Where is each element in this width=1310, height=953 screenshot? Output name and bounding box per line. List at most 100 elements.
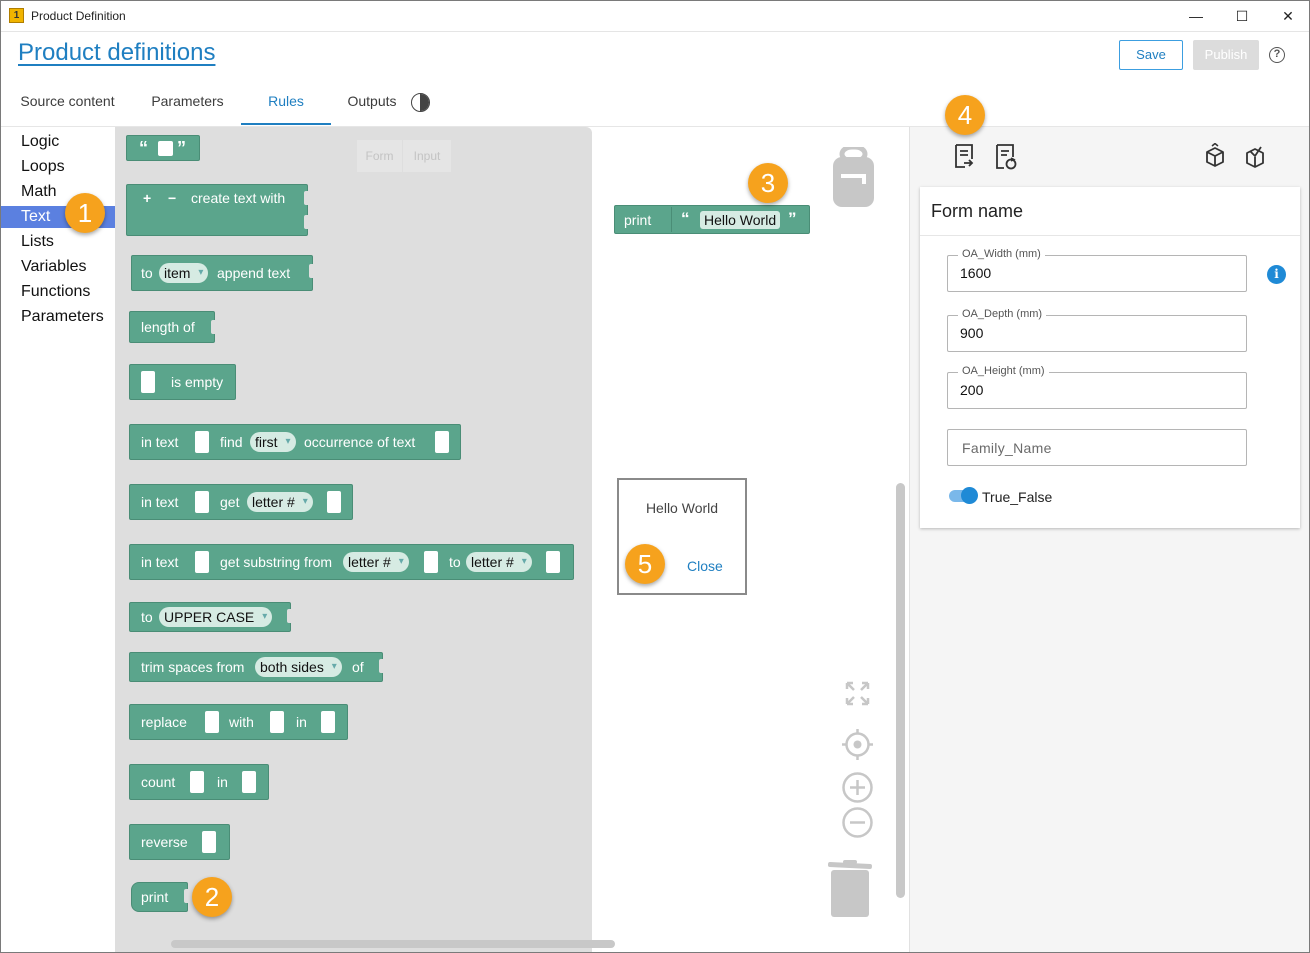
plus-icon[interactable]: + (143, 190, 151, 206)
callout-badge-3: 3 (748, 163, 788, 203)
close-window-button[interactable]: ✕ (1265, 1, 1309, 32)
maximize-button[interactable]: ☐ (1219, 1, 1265, 32)
minus-icon[interactable]: − (168, 190, 176, 206)
get-mode-dropdown[interactable]: letter # (247, 492, 313, 512)
zoom-out-icon[interactable] (841, 806, 874, 839)
fullscreen-icon[interactable] (841, 677, 874, 710)
field-label: OA_Depth (mm) (958, 308, 1047, 320)
oa-depth-field[interactable]: OA_Depth (mm) 900 (947, 308, 1247, 352)
input-slot (321, 711, 335, 733)
block-label: to (449, 554, 461, 570)
text-string-block[interactable]: “ ” (126, 135, 200, 161)
quote-close: ” (788, 209, 797, 228)
page-title[interactable]: Product definitions (18, 39, 215, 67)
category-parameters[interactable]: Parameters (1, 306, 115, 328)
print-block[interactable]: print (131, 882, 192, 912)
minimize-button[interactable]: — (1173, 1, 1219, 32)
app-icon: 1 (9, 8, 24, 23)
block-label: create text with (191, 190, 286, 206)
input-slot (195, 491, 209, 513)
tab-outputs[interactable]: Outputs (331, 83, 413, 125)
to-mode-dropdown[interactable]: letter # (466, 552, 532, 572)
tab-bar: Source content Parameters Rules Outputs (1, 83, 1309, 127)
cube-check-icon[interactable] (1242, 143, 1268, 171)
find-mode-dropdown[interactable]: first (250, 432, 296, 452)
category-loops[interactable]: Loops (1, 156, 115, 178)
variable-dropdown[interactable]: item (159, 263, 209, 283)
family-name-field[interactable]: Family_Name (947, 429, 1247, 466)
input-slot (327, 491, 341, 513)
info-icon[interactable]: i (1267, 265, 1286, 284)
input-slot (141, 371, 155, 393)
search-rule-icon[interactable] (951, 143, 977, 171)
help-icon[interactable]: ? (1269, 47, 1285, 63)
oa-height-field[interactable]: OA_Height (mm) 200 (947, 365, 1247, 409)
input-slot (195, 551, 209, 573)
text-slot (158, 141, 173, 156)
block-label: reverse (141, 834, 188, 850)
form-card: Form name OA_Width (mm) 1600 i OA_Depth … (920, 187, 1300, 528)
get-letter-block[interactable]: in text get letter # (129, 484, 353, 520)
refresh-rule-icon[interactable] (992, 143, 1018, 171)
append-text-block[interactable]: to item append text (131, 255, 317, 291)
tab-rules[interactable]: Rules (241, 83, 331, 125)
input-slot (242, 771, 256, 793)
dialog-message: Hello World (645, 500, 719, 516)
dialog-close-button[interactable]: Close (687, 558, 723, 574)
form-title: Form name (931, 201, 1024, 221)
block-label: get substring from (220, 554, 333, 570)
replace-block[interactable]: replace with in (129, 704, 348, 740)
trim-spaces-block[interactable]: trim spaces from both sides of (129, 652, 387, 682)
is-empty-block[interactable]: is empty (129, 364, 236, 400)
save-button[interactable]: Save (1119, 40, 1183, 70)
find-occurrence-block[interactable]: in text find first occurrence of text (129, 424, 461, 460)
category-functions[interactable]: Functions (1, 281, 115, 303)
create-text-with-block[interactable]: + − create text with (126, 184, 312, 236)
trash-icon[interactable] (828, 860, 872, 918)
field-value[interactable]: 200 (960, 382, 983, 398)
block-label: get (220, 494, 240, 510)
field-label: OA_Width (mm) (958, 248, 1045, 260)
length-of-block[interactable]: length of (129, 311, 219, 343)
count-block[interactable]: count in (129, 764, 269, 800)
get-substring-block[interactable]: in text get substring from letter # to l… (129, 544, 574, 580)
case-mode-dropdown[interactable]: UPPER CASE (159, 607, 273, 627)
field-value[interactable]: 900 (960, 325, 983, 341)
input-slot (205, 711, 219, 733)
zoom-in-icon[interactable] (841, 771, 874, 804)
publish-button[interactable]: Publish (1193, 40, 1259, 70)
trim-mode-dropdown[interactable]: both sides (255, 657, 342, 677)
string-value-field[interactable]: Hello World (700, 211, 781, 229)
tab-source-content[interactable]: Source content (1, 83, 134, 125)
category-variables[interactable]: Variables (1, 256, 115, 278)
input-slot (190, 771, 204, 793)
block-label: in text (141, 494, 179, 510)
field-value[interactable]: 1600 (960, 265, 991, 281)
block-label: is empty (171, 374, 224, 390)
callout-badge-2: 2 (192, 877, 232, 917)
workspace-scrollbar[interactable] (896, 483, 905, 898)
oa-width-field[interactable]: OA_Width (mm) 1600 (947, 248, 1247, 292)
cube-icon[interactable] (1202, 143, 1228, 171)
quote-close: ” (177, 138, 186, 158)
category-logic[interactable]: Logic (1, 131, 115, 153)
contrast-icon[interactable] (411, 93, 430, 112)
quote-open: “ (139, 138, 148, 158)
input-slot (202, 831, 216, 853)
true-false-toggle[interactable] (949, 487, 978, 504)
block-label: find (220, 434, 243, 450)
callout-badge-1: 1 (65, 193, 105, 233)
tab-parameters[interactable]: Parameters (134, 83, 241, 125)
divider (920, 235, 1300, 236)
reverse-block[interactable]: reverse (129, 824, 230, 860)
input-notch (184, 889, 192, 903)
category-lists[interactable]: Lists (1, 231, 115, 253)
change-case-block[interactable]: to UPPER CASE (129, 602, 295, 632)
recenter-icon[interactable] (841, 728, 874, 761)
workspace-print-block[interactable]: print “ Hello World ” (614, 205, 810, 234)
backpack-icon[interactable] (833, 147, 874, 207)
from-mode-dropdown[interactable]: letter # (343, 552, 409, 572)
input-notch (211, 320, 219, 334)
app-window: 1 Product Definition — ☐ ✕ Product defin… (0, 0, 1310, 953)
flyout-scrollbar[interactable] (171, 940, 615, 948)
